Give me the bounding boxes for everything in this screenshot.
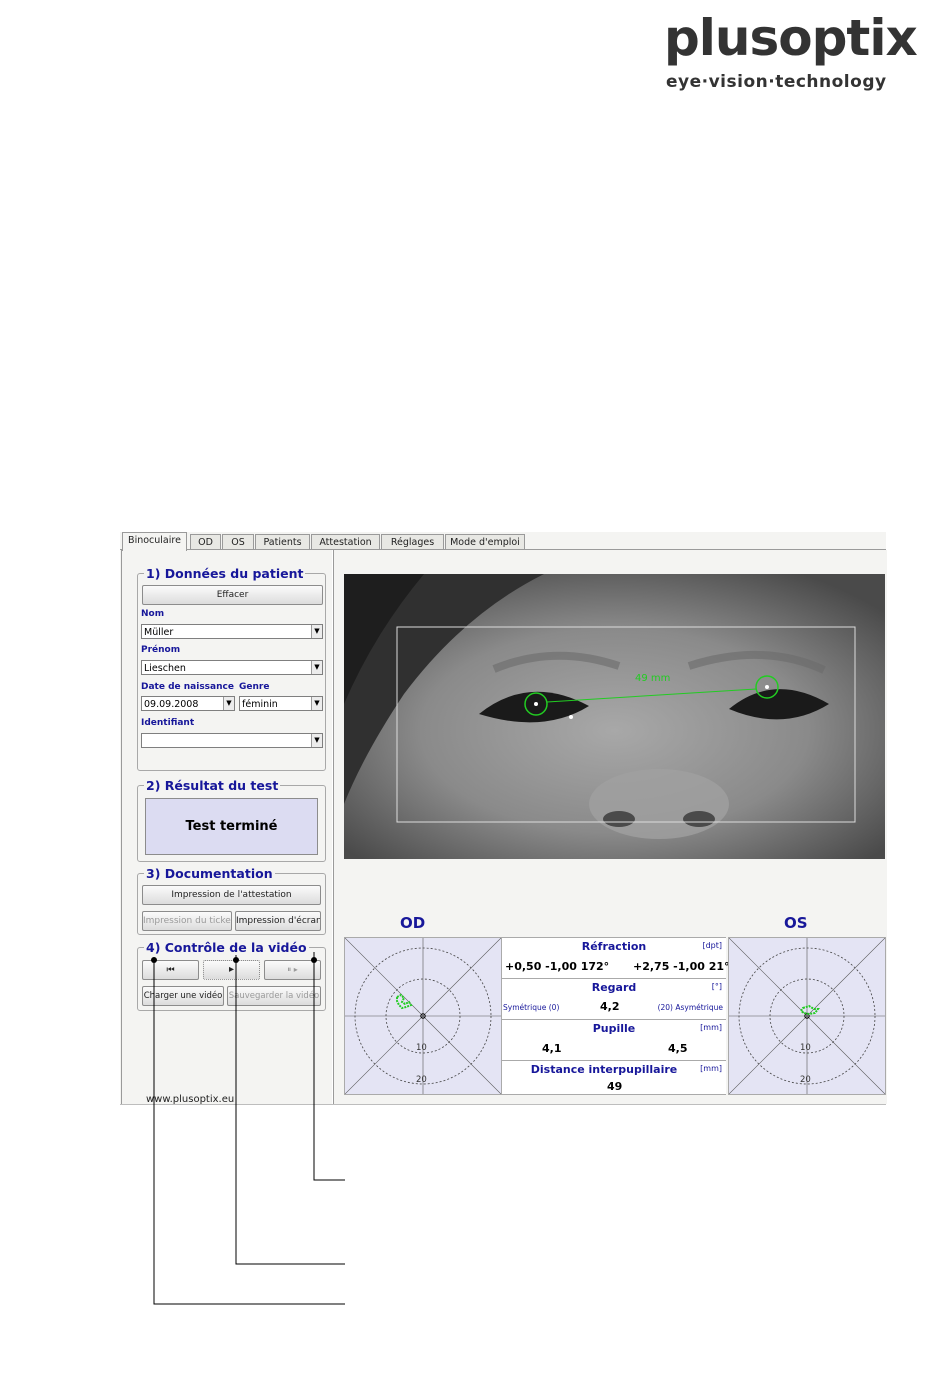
callout-dot-play xyxy=(233,957,239,963)
callout-dot-rewind xyxy=(151,957,157,963)
callout-pause xyxy=(313,952,345,1181)
callout-lines xyxy=(151,952,345,1305)
callout-rewind xyxy=(153,960,345,1305)
callout-play xyxy=(235,955,345,1265)
callout-dot-pause xyxy=(311,957,317,963)
tab-binoculaire[interactable]: Binoculaire xyxy=(122,532,187,551)
